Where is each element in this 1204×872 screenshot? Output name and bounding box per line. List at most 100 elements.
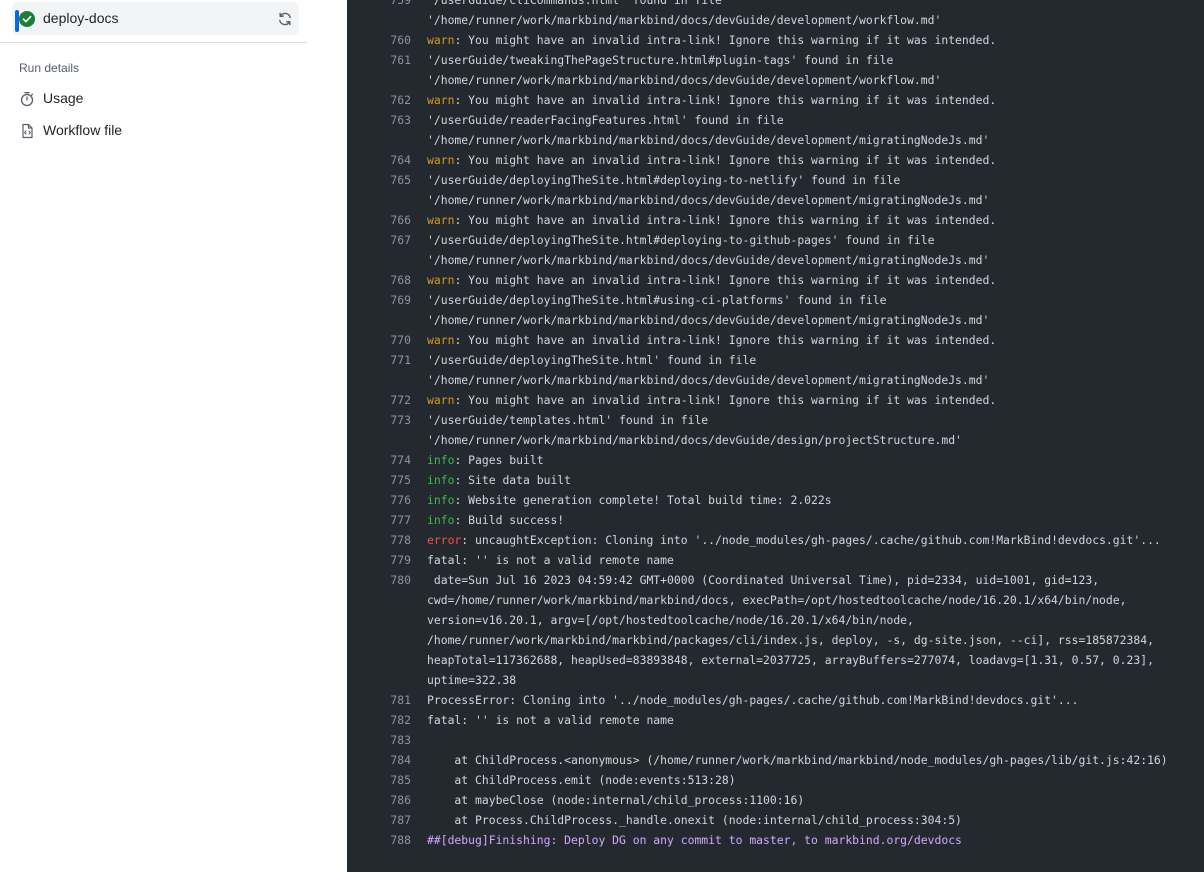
log-line: 773 '/userGuide/templates.html' found in … — [347, 410, 1204, 430]
line-number[interactable]: 781 — [347, 690, 411, 710]
log-line: 774 info: Pages built — [347, 450, 1204, 470]
log-line-content: '/home/runner/work/markbind/markbind/doc… — [427, 190, 989, 210]
log-line: '/home/runner/work/markbind/markbind/doc… — [347, 310, 1204, 330]
log-line: 770 warn: You might have an invalid intra… — [347, 330, 1204, 350]
line-number[interactable]: 763 — [347, 110, 411, 130]
sync-icon[interactable] — [277, 11, 293, 27]
log-line: 762 warn: You might have an invalid intra… — [347, 90, 1204, 110]
log-line: '/home/runner/work/markbind/markbind/doc… — [347, 70, 1204, 90]
log-line: 760 warn: You might have an invalid intra… — [347, 30, 1204, 50]
log-line-content: '/home/runner/work/markbind/markbind/doc… — [427, 310, 989, 330]
log-line-content: warn: You might have an invalid intra-li… — [427, 90, 996, 110]
log-line-content: date=Sun Jul 16 2023 04:59:42 GMT+0000 (… — [427, 570, 1099, 590]
log-level-error: error — [427, 533, 462, 547]
log-line: 784 at ChildProcess.<anonymous> (/home/r… — [347, 750, 1204, 770]
log-line-content: info: Site data built — [427, 470, 571, 490]
log-text: '/home/runner/work/markbind/markbind/doc… — [427, 433, 962, 447]
line-number[interactable]: 779 — [347, 550, 411, 570]
stopwatch-icon — [20, 92, 34, 107]
log-text: '/home/runner/work/markbind/markbind/doc… — [427, 13, 942, 27]
line-number[interactable]: 769 — [347, 290, 411, 310]
line-number[interactable]: 762 — [347, 90, 411, 110]
log-text: /home/runner/work/markbind/markbind/pack… — [427, 633, 1154, 647]
line-number[interactable]: 782 — [347, 710, 411, 730]
log-level-warn: warn — [427, 93, 455, 107]
log-line: 766 warn: You might have an invalid intra… — [347, 210, 1204, 230]
log-text: : uncaughtException: Cloning into '../no… — [461, 533, 1161, 547]
line-number[interactable]: 768 — [347, 270, 411, 290]
log-text: '/home/runner/work/markbind/markbind/doc… — [427, 253, 990, 267]
line-number[interactable]: 777 — [347, 510, 411, 530]
line-number[interactable]: 776 — [347, 490, 411, 510]
log-line: 775 info: Site data built — [347, 470, 1204, 490]
line-number[interactable]: 759 — [347, 0, 411, 10]
log-line: 785 at ChildProcess.emit (node:events:51… — [347, 770, 1204, 790]
log-text: '/userGuide/readerFacingFeatures.html' f… — [427, 113, 784, 127]
log-line: '/home/runner/work/markbind/markbind/doc… — [347, 190, 1204, 210]
job-item-deploy-docs[interactable]: deploy-docs — [12, 2, 299, 35]
log-panel[interactable]: 759 '/userGuide/cliCommands.html' found i… — [347, 0, 1204, 872]
line-number[interactable]: 774 — [347, 450, 411, 470]
line-number[interactable]: 788 — [347, 830, 411, 850]
log-level-warn: warn — [427, 153, 455, 167]
line-number[interactable]: 775 — [347, 470, 411, 490]
log-text: date=Sun Jul 16 2023 04:59:42 GMT+0000 (… — [427, 573, 1100, 587]
log-line-content: '/home/runner/work/markbind/markbind/doc… — [427, 430, 962, 450]
log-line: 759 '/userGuide/cliCommands.html' found i… — [347, 0, 1204, 10]
log-level-warn: warn — [427, 213, 455, 227]
line-number[interactable]: 766 — [347, 210, 411, 230]
log-text: : Build success! — [454, 513, 565, 527]
log-line-content: at ChildProcess.<anonymous> (/home/runne… — [427, 750, 1167, 770]
log-line-content: '/userGuide/deployingTheSite.html#using-… — [427, 290, 886, 310]
log-line-content: ProcessError: Cloning into '../node_modu… — [427, 690, 1079, 710]
log-line-content: '/userGuide/templates.html' found in fil… — [427, 410, 708, 430]
log-line: 763 '/userGuide/readerFacingFeatures.html… — [347, 110, 1204, 130]
line-number[interactable]: 787 — [347, 810, 411, 830]
line-number[interactable]: 786 — [347, 790, 411, 810]
line-number[interactable]: 771 — [347, 350, 411, 370]
line-number[interactable]: 767 — [347, 230, 411, 250]
log-line: '/home/runner/work/markbind/markbind/doc… — [347, 250, 1204, 270]
file-code-icon — [22, 123, 33, 139]
log-line: 778 error: uncaughtException: Cloning int… — [347, 530, 1204, 550]
log-line: '/home/runner/work/markbind/markbind/doc… — [347, 430, 1204, 450]
line-number[interactable]: 773 — [347, 410, 411, 430]
log-line-content: fatal: '' is not a valid remote name — [427, 550, 674, 570]
log-text: : Site data built — [454, 473, 572, 487]
log-text: '/userGuide/deployingTheSite.html#deploy… — [427, 233, 935, 247]
log-line-content: heapTotal=117362688, heapUsed=83893848, … — [427, 650, 1154, 670]
line-number[interactable]: 770 — [347, 330, 411, 350]
log-line-content: ##[debug]Finishing: Deploy DG on any com… — [427, 830, 962, 850]
log-line-content: warn: You might have an invalid intra-li… — [427, 150, 996, 170]
log-text: : You might have an invalid intra-link! … — [454, 93, 997, 107]
log-text: : You might have an invalid intra-link! … — [454, 33, 997, 47]
log-text: ProcessError: Cloning into '../node_modu… — [427, 693, 1079, 707]
line-number[interactable]: 765 — [347, 170, 411, 190]
log-text: fatal: '' is not a valid remote name — [427, 553, 674, 567]
line-number[interactable]: 785 — [347, 770, 411, 790]
log-line-content: warn: You might have an invalid intra-li… — [427, 390, 996, 410]
line-number[interactable]: 778 — [347, 530, 411, 550]
line-number[interactable]: 783 — [347, 730, 411, 750]
log-line-content: '/home/runner/work/markbind/markbind/doc… — [427, 70, 941, 90]
log-line-content: warn: You might have an invalid intra-li… — [427, 210, 996, 230]
line-number[interactable]: 764 — [347, 150, 411, 170]
log-line-content: '/userGuide/cliCommands.html' found in f… — [427, 0, 722, 10]
log-line: 776 info: Website generation complete! To… — [347, 490, 1204, 510]
log-line: 765 '/userGuide/deployingTheSite.html#dep… — [347, 170, 1204, 190]
log-line-content: '/userGuide/tweakingThePageStructure.htm… — [427, 50, 893, 70]
log-line: 771 '/userGuide/deployingTheSite.html' fo… — [347, 350, 1204, 370]
sidebar: deploy-docs Run details Usage Workflow f… — [0, 0, 347, 872]
log-line: uptime=322.38 — [347, 670, 1204, 690]
line-number[interactable]: 780 — [347, 570, 411, 590]
line-number[interactable]: 761 — [347, 50, 411, 70]
log-text: '/home/runner/work/markbind/markbind/doc… — [427, 373, 990, 387]
line-number[interactable]: 784 — [347, 750, 411, 770]
line-number[interactable]: 760 — [347, 30, 411, 50]
usage-link[interactable]: Usage — [18, 89, 218, 109]
log-line-content: warn: You might have an invalid intra-li… — [427, 270, 996, 290]
log-line: heapTotal=117362688, heapUsed=83893848, … — [347, 650, 1204, 670]
log-line-content: '/userGuide/deployingTheSite.html#deploy… — [427, 230, 934, 250]
workflow-file-link[interactable]: Workflow file — [18, 121, 218, 141]
line-number[interactable]: 772 — [347, 390, 411, 410]
